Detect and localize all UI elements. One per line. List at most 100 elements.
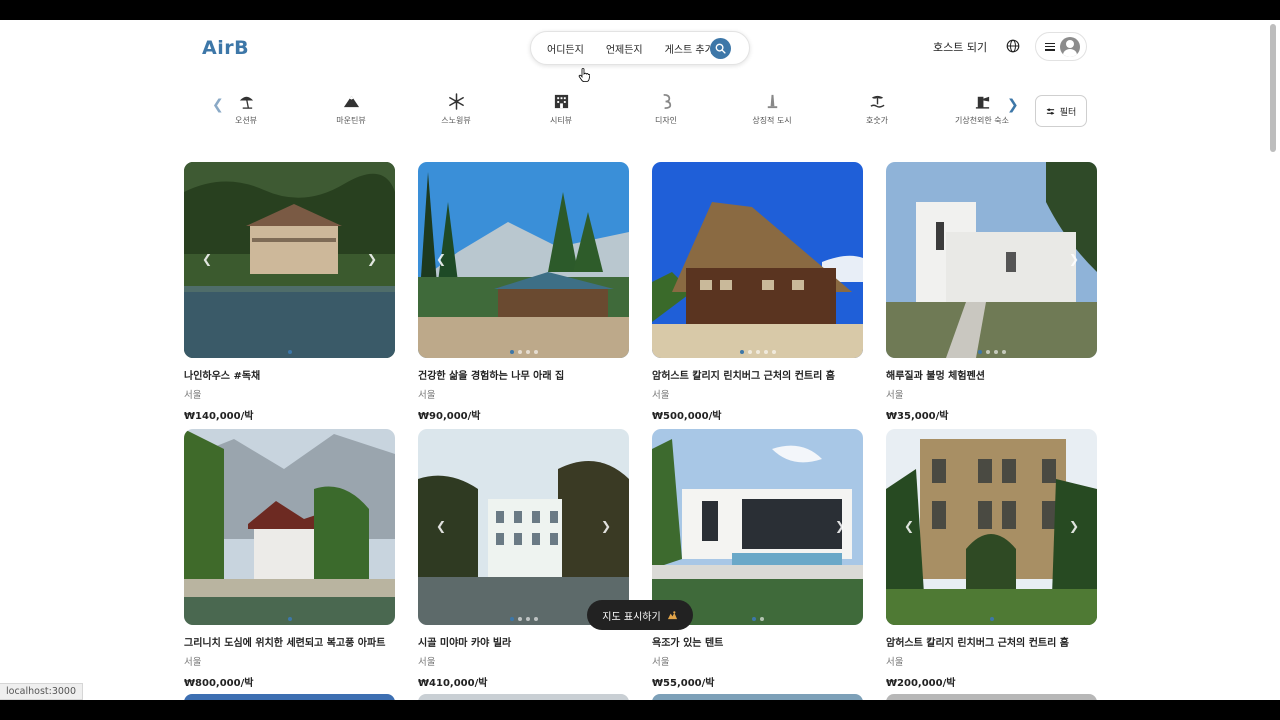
category-iconic-city[interactable]: 상징적 도시 <box>727 93 817 126</box>
category-ocean-view[interactable]: 오션뷰 <box>201 93 291 126</box>
listing-photo[interactable]: ❮ <box>418 162 629 358</box>
listing-title: 시골 미야마 카야 빌라 <box>418 638 512 649</box>
category-label: 시티뷰 <box>549 116 573 125</box>
photo-next-button[interactable]: ❯ <box>1069 252 1079 266</box>
listing-photo[interactable] <box>184 429 395 625</box>
search-where[interactable]: 어디든지 <box>531 41 584 56</box>
listing-price: ₩200,000/박 <box>886 678 956 689</box>
photo-prev-button[interactable]: ❮ <box>436 252 446 266</box>
listing-photo[interactable]: ❮ ❯ <box>418 429 629 625</box>
listing-card[interactable]: 암허스트 칼리지 린치버그 근처의 컨트리 홈 서울 ₩500,000/박 <box>652 162 863 422</box>
listing-price: ₩35,000/박 <box>886 411 949 422</box>
category-label: 기상천외한 숙소 <box>954 116 1010 125</box>
category-snow-view[interactable]: 스노윙뷰 <box>411 93 501 126</box>
listing-card[interactable]: ❮ ❯ 암허스트 칼리지 린치버그 근처의 컨트리 홈 서울 ₩200,000/… <box>886 429 1097 689</box>
category-design[interactable]: 디자인 <box>621 93 711 126</box>
listing-location: 서울 <box>418 390 436 401</box>
listing-price: ₩140,000/박 <box>184 411 254 422</box>
search-button[interactable] <box>710 38 731 59</box>
avatar <box>1060 36 1080 57</box>
listing-photo[interactable]: ❯ <box>652 429 863 625</box>
photo-dots <box>886 617 1097 621</box>
profile-menu-button[interactable] <box>1035 32 1087 61</box>
listing-location: 서울 <box>184 390 202 401</box>
photo-dots <box>418 350 629 354</box>
listing-photo[interactable]: ❯ <box>886 162 1097 358</box>
logo[interactable]: AirB <box>202 37 249 59</box>
listing-title: 해루질과 불멍 체험펜션 <box>886 371 985 382</box>
photo-dots <box>886 350 1097 354</box>
listing-price: ₩500,000/박 <box>652 411 722 422</box>
listing-price: ₩800,000/박 <box>184 678 254 689</box>
search-icon <box>715 43 726 54</box>
listing-card-partial[interactable] <box>886 694 1097 700</box>
photo-prev-button[interactable]: ❮ <box>904 519 914 533</box>
listing-card[interactable]: ❯ 욕조가 있는 텐트 서울 ₩55,000/박 <box>652 429 863 689</box>
snowflake-icon <box>448 93 464 110</box>
filter-label: 필터 <box>1059 107 1077 118</box>
listing-card[interactable]: ❮ ❯ 시골 미야마 카야 빌라 서울 ₩410,000/박 <box>418 429 629 689</box>
filter-button[interactable]: 필터 <box>1035 95 1087 127</box>
listing-card[interactable]: ❮ 건강한 삶을 경험하는 나무 아래 집 서울 ₩90,000/박 <box>418 162 629 422</box>
photo-dots <box>184 617 395 621</box>
category-label: 오션뷰 <box>234 116 258 125</box>
listing-location: 서울 <box>652 657 670 668</box>
category-label: 상징적 도시 <box>752 116 792 125</box>
search-bar[interactable]: 어디든지 언제든지 게스트 추가 <box>530 31 750 65</box>
listing-title: 나인하우스 #독채 <box>184 371 261 382</box>
become-host-link[interactable]: 호스트 되기 <box>933 39 987 55</box>
listing-price: ₩90,000/박 <box>418 411 481 422</box>
listing-title: 그리니치 도심에 위치한 세련되고 복고풍 아파트 <box>184 638 386 649</box>
photo-next-button[interactable]: ❯ <box>1069 519 1079 533</box>
photo-prev-button[interactable]: ❮ <box>436 519 446 533</box>
listing-card[interactable]: ❮ ❯ 나인하우스 #독채 서울 ₩140,000/박 <box>184 162 395 422</box>
listing-title: 암허스트 칼리지 린치버그 근처의 컨트리 홈 <box>886 638 1070 649</box>
photo-next-button[interactable]: ❯ <box>601 519 611 533</box>
category-unique-stays[interactable]: 기상천외한 숙소 <box>937 93 1027 126</box>
listing-card-partial[interactable] <box>418 694 629 700</box>
photo-next-button[interactable]: ❯ <box>367 252 377 266</box>
listing-card-partial[interactable] <box>184 694 395 700</box>
photo-dots <box>184 350 395 354</box>
listing-card[interactable]: ❯ 해루질과 불멍 체험펜션 서울 ₩35,000/박 <box>886 162 1097 422</box>
listing-price: ₩55,000/박 <box>652 678 715 689</box>
show-map-label: 지도 표시하기 <box>602 611 661 623</box>
listing-title: 암허스트 칼리지 린치버그 근처의 컨트리 홈 <box>652 371 836 382</box>
globe-icon[interactable] <box>1006 39 1020 53</box>
building-icon <box>554 94 568 109</box>
search-when[interactable]: 언제든지 <box>584 41 643 56</box>
listing-photo[interactable] <box>652 162 863 358</box>
browser-viewport: AirB 어디든지 언제든지 게스트 추가 호스트 되기 ❮ ❯ 오션뷰 마운틴… <box>0 20 1280 700</box>
category-label: 스노윙뷰 <box>441 116 471 125</box>
show-map-button[interactable]: 지도 표시하기 <box>587 600 693 630</box>
unique-house-icon <box>975 96 989 109</box>
listing-card-partial[interactable] <box>652 694 863 700</box>
lake-icon <box>869 95 884 108</box>
category-label: 마운틴뷰 <box>336 116 366 125</box>
mountain-icon <box>343 95 359 108</box>
beach-umbrella-icon <box>239 96 253 109</box>
hand-cursor-icon <box>578 68 590 82</box>
category-mountain-view[interactable]: 마운틴뷰 <box>306 93 396 126</box>
category-label: 디자인 <box>654 116 678 125</box>
category-city-view[interactable]: 시티뷰 <box>516 93 606 126</box>
listing-price: ₩410,000/박 <box>418 678 488 689</box>
category-lakeside[interactable]: 호숫가 <box>832 93 922 126</box>
listing-card[interactable]: 그리니치 도심에 위치한 세련되고 복고풍 아파트 서울 ₩800,000/박 <box>184 429 395 689</box>
landmark-icon <box>767 94 777 109</box>
category-label: 호숫가 <box>865 116 889 125</box>
search-guests[interactable]: 게스트 추가 <box>643 41 714 56</box>
listing-title: 욕조가 있는 텐트 <box>652 638 724 649</box>
listing-location: 서울 <box>184 657 202 668</box>
filter-icon <box>1046 107 1054 115</box>
listing-title: 건강한 삶을 경험하는 나무 아래 집 <box>418 371 565 382</box>
listing-location: 서울 <box>886 390 904 401</box>
photo-next-button[interactable]: ❯ <box>835 519 845 533</box>
hamburger-icon <box>1045 42 1055 51</box>
listing-photo[interactable]: ❮ ❯ <box>886 429 1097 625</box>
photo-dots <box>652 350 863 354</box>
page-scrollbar[interactable] <box>1270 24 1276 152</box>
photo-prev-button[interactable]: ❮ <box>202 252 212 266</box>
listing-location: 서울 <box>652 390 670 401</box>
listing-photo[interactable]: ❮ ❯ <box>184 162 395 358</box>
